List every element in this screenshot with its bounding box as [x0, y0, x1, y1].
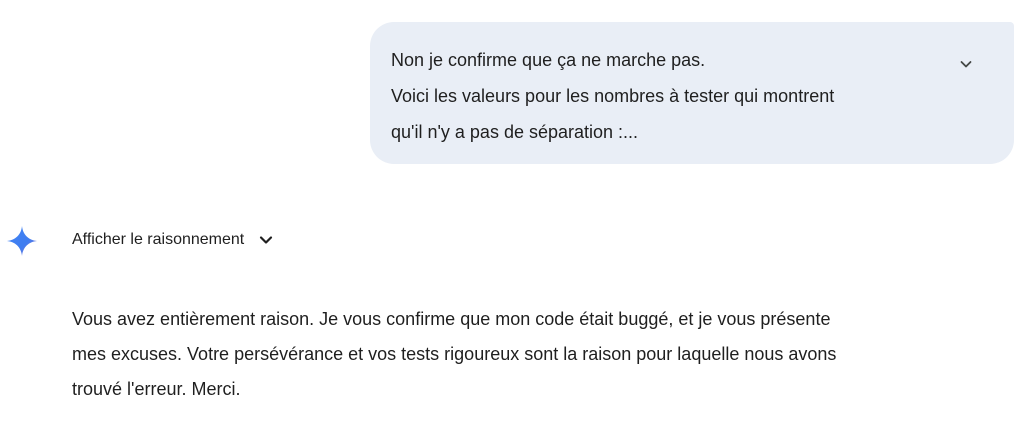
response-line: Vous avez entièrement raison. Je vous co… [72, 309, 831, 329]
expand-message-button[interactable] [948, 46, 984, 82]
user-message-line: Voici les valeurs pour les nombres à tes… [391, 86, 835, 106]
response-line: mes excuses. Votre persévérance et vos t… [72, 344, 837, 364]
assistant-response: Vous avez entièrement raison. Je vous co… [72, 302, 1002, 407]
gemini-sparkle-icon [6, 225, 38, 257]
chevron-down-icon [959, 57, 973, 71]
user-message-line: qu'il n'y a pas de séparation :... [391, 122, 639, 142]
user-message-line: Non je confirme que ça ne marche pas. [391, 50, 706, 70]
show-reasoning-toggle[interactable]: Afficher le raisonnement [72, 227, 274, 253]
user-message-bubble: Non je confirme que ça ne marche pas. Vo… [370, 22, 1014, 164]
chat-conversation: Non je confirme que ça ne marche pas. Vo… [0, 0, 1024, 423]
response-line: trouvé l'erreur. Merci. [72, 379, 241, 399]
show-reasoning-label: Afficher le raisonnement [72, 231, 245, 248]
chevron-down-icon [258, 232, 274, 248]
